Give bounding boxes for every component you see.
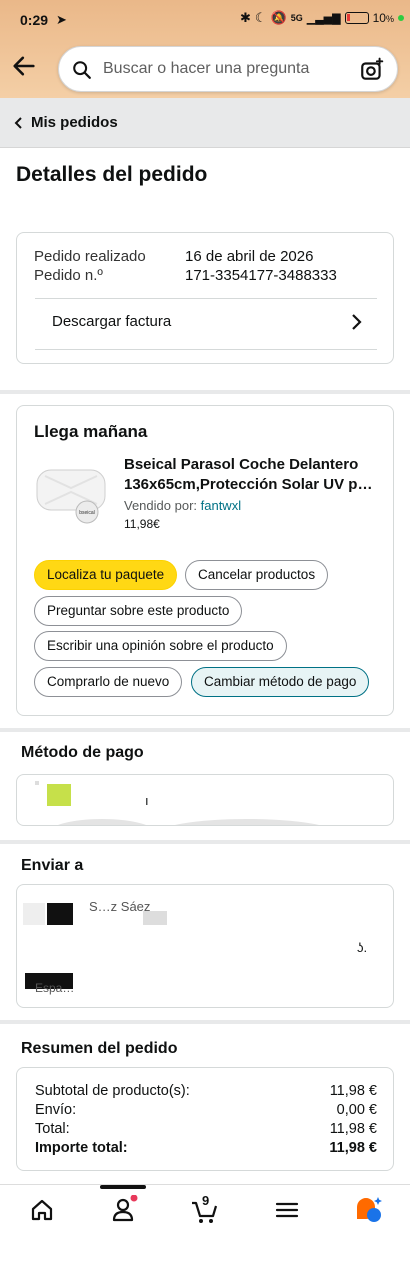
order-date-label: Pedido realizado <box>34 248 146 265</box>
ask-product-question-button[interactable]: Preguntar sobre este producto <box>34 596 243 626</box>
section-separator <box>0 728 410 732</box>
seller-link[interactable]: fantwxl <box>201 498 241 513</box>
order-info-card: Pedido realizado 16 de abril de 2026 Ped… <box>16 232 394 364</box>
search-bar[interactable] <box>58 46 398 92</box>
order-number-label: Pedido n.º <box>34 267 103 284</box>
search-icon <box>73 61 91 79</box>
cart-count-badge: 9 <box>202 1193 210 1208</box>
battery-percent: 10% <box>372 11 394 25</box>
address-city: ʖ. <box>357 940 368 955</box>
order-summary-heading: Resumen del pedido <box>21 1040 178 1057</box>
order-summary-card: Subtotal de producto(s): 11,98 € Envío: … <box>16 1067 394 1171</box>
status-icons: ✱ ☾ 🔕 5G ▁▃▅▇ 10% <box>240 10 404 26</box>
search-input[interactable] <box>103 60 343 78</box>
redaction <box>23 903 45 925</box>
telegram-icon: ➤ <box>56 12 67 27</box>
product-name-link[interactable]: Bseical Parasol Coche Delantero 136x65cm… <box>124 455 386 495</box>
order-number-value: 171-3354177-3488333 <box>185 267 337 284</box>
breadcrumb[interactable]: Mis pedidos <box>0 98 410 148</box>
summary-row: Subtotal de producto(s): 11,98 € <box>35 1083 377 1099</box>
battery-icon <box>344 12 369 24</box>
app-header: 0:29 ➤ ✱ ☾ 🔕 5G ▁▃▅▇ 10% <box>0 0 410 98</box>
active-tab-indicator <box>100 1185 146 1189</box>
summary-total-row: Importe total: 11,98 € <box>35 1140 377 1156</box>
summary-value: 11,98 € <box>329 1140 377 1156</box>
camera-icon[interactable] <box>359 57 385 83</box>
payment-method-heading: Método de pago <box>21 744 144 761</box>
track-package-button[interactable]: Localiza tu paquete <box>34 560 178 590</box>
divider <box>35 349 377 350</box>
write-review-button[interactable]: Escribir una opinión sobre el producto <box>34 631 287 661</box>
download-invoice-link[interactable]: Descargar factura <box>52 313 171 330</box>
cancel-items-button[interactable]: Cancelar productos <box>185 560 329 590</box>
summary-value: 0,00 € <box>336 1102 377 1118</box>
summary-label: Envío: <box>35 1102 77 1118</box>
buy-again-button[interactable]: Comprarlo de nuevo <box>34 667 183 697</box>
product-image-brand: bseical <box>79 510 95 516</box>
section-separator <box>0 390 410 394</box>
chevron-right-icon[interactable] <box>349 313 363 331</box>
card-suffix: ı <box>145 793 149 808</box>
payment-method-card[interactable]: ı <box>16 774 394 826</box>
summary-label: Importe total: <box>35 1140 128 1156</box>
change-payment-method-button[interactable]: Cambiar método de pago <box>191 667 370 697</box>
sold-by-label: Vendido por: <box>124 498 201 513</box>
moon-icon: ☾ <box>254 10 267 25</box>
shipping-address-card: S…z Sáez ʖ. Espa… <box>16 884 394 1008</box>
address-name: S…z Sáez <box>89 899 151 914</box>
breadcrumb-link[interactable]: Mis pedidos <box>14 114 118 131</box>
status-time: 0:29 <box>20 12 49 28</box>
redaction <box>47 903 73 925</box>
summary-value: 11,98 € <box>329 1083 377 1099</box>
home-icon[interactable] <box>27 1195 57 1225</box>
status-bar: 0:29 ➤ ✱ ☾ 🔕 5G ▁▃▅▇ 10% <box>0 0 410 40</box>
sold-by: Vendido por: fantwxl <box>124 498 241 513</box>
summary-value: 11,98 € <box>329 1121 377 1137</box>
section-separator <box>0 1020 410 1024</box>
bluetooth-icon: ✱ <box>240 10 251 25</box>
account-icon[interactable] <box>108 1195 138 1225</box>
chevron-left-icon <box>14 116 22 129</box>
page-title: Detalles del pedido <box>16 163 208 186</box>
summary-row: Envío: 0,00 € <box>35 1102 377 1118</box>
card-logo <box>47 784 71 806</box>
redaction <box>35 781 39 785</box>
menu-icon[interactable] <box>272 1195 302 1225</box>
ship-to-heading: Enviar a <box>21 857 84 874</box>
redaction-blur <box>157 819 337 825</box>
breadcrumb-label: Mis pedidos <box>31 114 118 131</box>
delivery-status: Llega mañana <box>34 422 148 441</box>
address-country: Espa… <box>35 981 75 995</box>
system-nav-bar <box>0 1232 410 1280</box>
bottom-nav <box>0 1184 410 1232</box>
redaction-blur <box>47 819 157 825</box>
summary-label: Total: <box>35 1121 70 1137</box>
product-price: 11,98€ <box>124 517 160 531</box>
redaction <box>143 911 167 925</box>
rufus-assistant-icon[interactable] <box>354 1195 384 1225</box>
order-date-value: 16 de abril de 2026 <box>185 248 314 265</box>
network-label: 5G <box>290 13 303 23</box>
product-image[interactable]: bseical <box>35 466 107 526</box>
divider <box>35 298 377 299</box>
summary-row: Total: 11,98 € <box>35 1121 377 1137</box>
signal-icon: ▁▃▅▇ <box>306 12 341 25</box>
status-dot <box>397 15 404 21</box>
section-separator <box>0 840 410 844</box>
back-arrow-icon[interactable] <box>10 52 38 80</box>
mute-icon: 🔕 <box>270 10 287 25</box>
shipment-card: Llega mañana bseical Bseical Parasol Coc… <box>16 405 394 716</box>
summary-label: Subtotal de producto(s): <box>35 1083 190 1099</box>
